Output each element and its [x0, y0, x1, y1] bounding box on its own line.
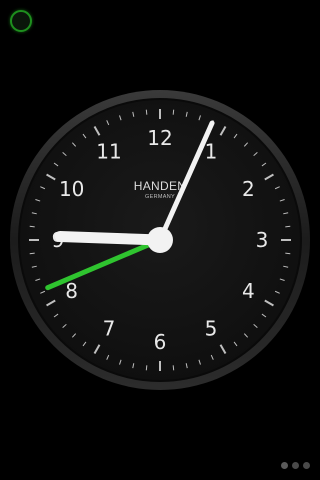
brand-label: HANDEN — [134, 179, 186, 193]
numeral-10: 10 — [59, 177, 84, 201]
page-dot[interactable] — [292, 462, 299, 469]
numeral-11: 11 — [96, 140, 121, 164]
minute-tick — [172, 109, 175, 115]
numeral-2: 2 — [242, 177, 255, 201]
numeral-8: 8 — [65, 279, 78, 303]
brand-sublabel: GERMANY — [145, 194, 175, 200]
minute-tick — [172, 365, 175, 371]
analog-clock: 121234567891011 HANDEN GERMANY — [10, 90, 310, 390]
clock-screen: 121234567891011 HANDEN GERMANY — [0, 0, 320, 480]
page-dot[interactable] — [303, 462, 310, 469]
minute-tick — [145, 109, 148, 115]
minute-tick — [29, 252, 35, 255]
center-pin — [147, 227, 173, 253]
numeral-5: 5 — [205, 316, 218, 340]
numeral-12: 12 — [147, 126, 172, 150]
numeral-6: 6 — [154, 330, 167, 354]
numeral-3: 3 — [256, 228, 269, 252]
numeral-4: 4 — [242, 279, 255, 303]
minute-tick — [285, 252, 291, 255]
minute-tick — [29, 225, 35, 228]
minute-tick — [145, 365, 148, 371]
numeral-1: 1 — [205, 140, 218, 164]
page-dot[interactable] — [281, 462, 288, 469]
hour-hand — [54, 231, 166, 246]
numeral-7: 7 — [103, 316, 116, 340]
page-indicator[interactable] — [281, 462, 310, 469]
minute-tick — [285, 225, 291, 228]
